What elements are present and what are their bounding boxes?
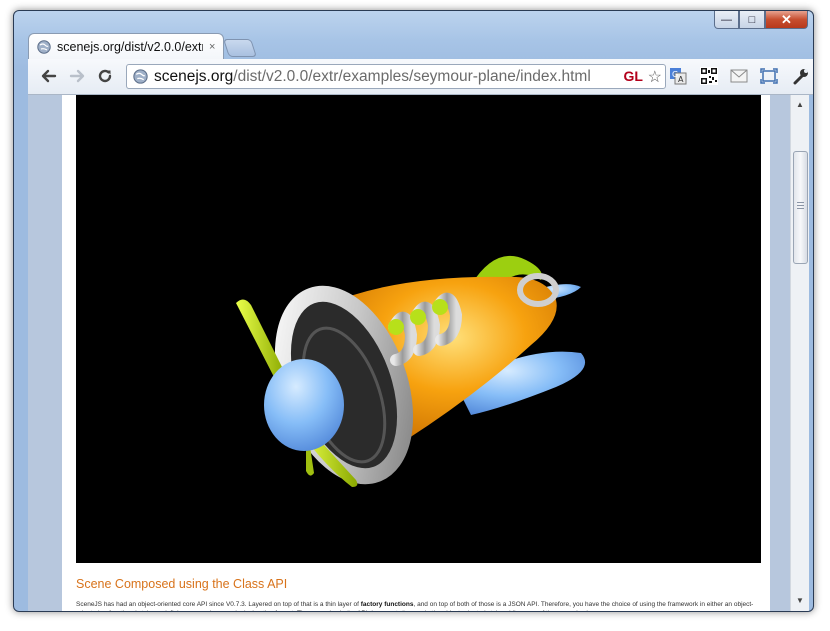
factory-functions-link[interactable]: factory functions — [361, 601, 414, 608]
globe-icon — [37, 40, 51, 54]
webgl-badge-icon[interactable]: GL — [624, 68, 643, 84]
url-path: /dist/v2.0.0/extr/examples/seymour-plane… — [233, 67, 591, 85]
url-host: scenejs.org — [154, 67, 234, 85]
wrench-icon[interactable] — [791, 66, 811, 86]
scroll-up-icon[interactable]: ▲ — [791, 97, 809, 113]
window-caption-buttons: — □ ✕ — [714, 11, 808, 29]
scrollbar-thumb[interactable] — [793, 151, 808, 264]
section-paragraph: SceneJS has had an object-oriented core … — [76, 600, 756, 611]
forward-arrow-icon[interactable] — [66, 65, 88, 87]
translate-icon[interactable]: G A — [668, 66, 688, 86]
seymour-plane-render — [236, 255, 586, 487]
page-globe-icon — [133, 69, 148, 84]
vertical-scrollbar[interactable]: ▲ ▼ — [790, 95, 809, 611]
back-arrow-icon[interactable] — [38, 65, 60, 87]
grip-line — [797, 208, 804, 209]
fullscreen-icon[interactable] — [759, 66, 779, 86]
page-viewport: Scene Composed using the Class API Scene… — [28, 95, 804, 611]
scroll-down-icon[interactable]: ▼ — [791, 593, 809, 609]
address-bar[interactable]: scenejs.org/dist/v2.0.0/extr/examples/se… — [126, 64, 666, 89]
grip-line — [797, 202, 804, 203]
browser-window: — □ ✕ scenejs.org/dist/v2.0.0/extr/ × sc… — [13, 10, 814, 612]
qr-code-icon[interactable] — [699, 66, 719, 86]
url-text: scenejs.org/dist/v2.0.0/extr/examples/se… — [154, 68, 591, 86]
browser-toolbar: scenejs.org/dist/v2.0.0/extr/examples/se… — [28, 59, 813, 95]
paragraph-text: SceneJS has had an object-oriented core … — [76, 601, 361, 608]
new-tab-button[interactable] — [223, 39, 257, 57]
mail-icon[interactable] — [729, 66, 749, 86]
section-heading: Scene Composed using the Class API — [76, 577, 288, 591]
maximize-button[interactable]: □ — [739, 11, 765, 29]
webgl-canvas[interactable] — [76, 95, 761, 563]
browser-tab[interactable]: scenejs.org/dist/v2.0.0/extr/ × — [28, 33, 224, 60]
tab-close-icon[interactable]: × — [209, 41, 215, 53]
reload-icon[interactable] — [94, 65, 116, 87]
tab-title: scenejs.org/dist/v2.0.0/extr/ — [57, 40, 203, 54]
close-window-button[interactable]: ✕ — [765, 11, 808, 29]
svg-text:A: A — [678, 75, 684, 84]
star-icon[interactable]: ☆ — [648, 67, 662, 87]
grip-line — [797, 205, 804, 206]
page-content: Scene Composed using the Class API Scene… — [62, 95, 770, 611]
minimize-button[interactable]: — — [714, 11, 739, 29]
